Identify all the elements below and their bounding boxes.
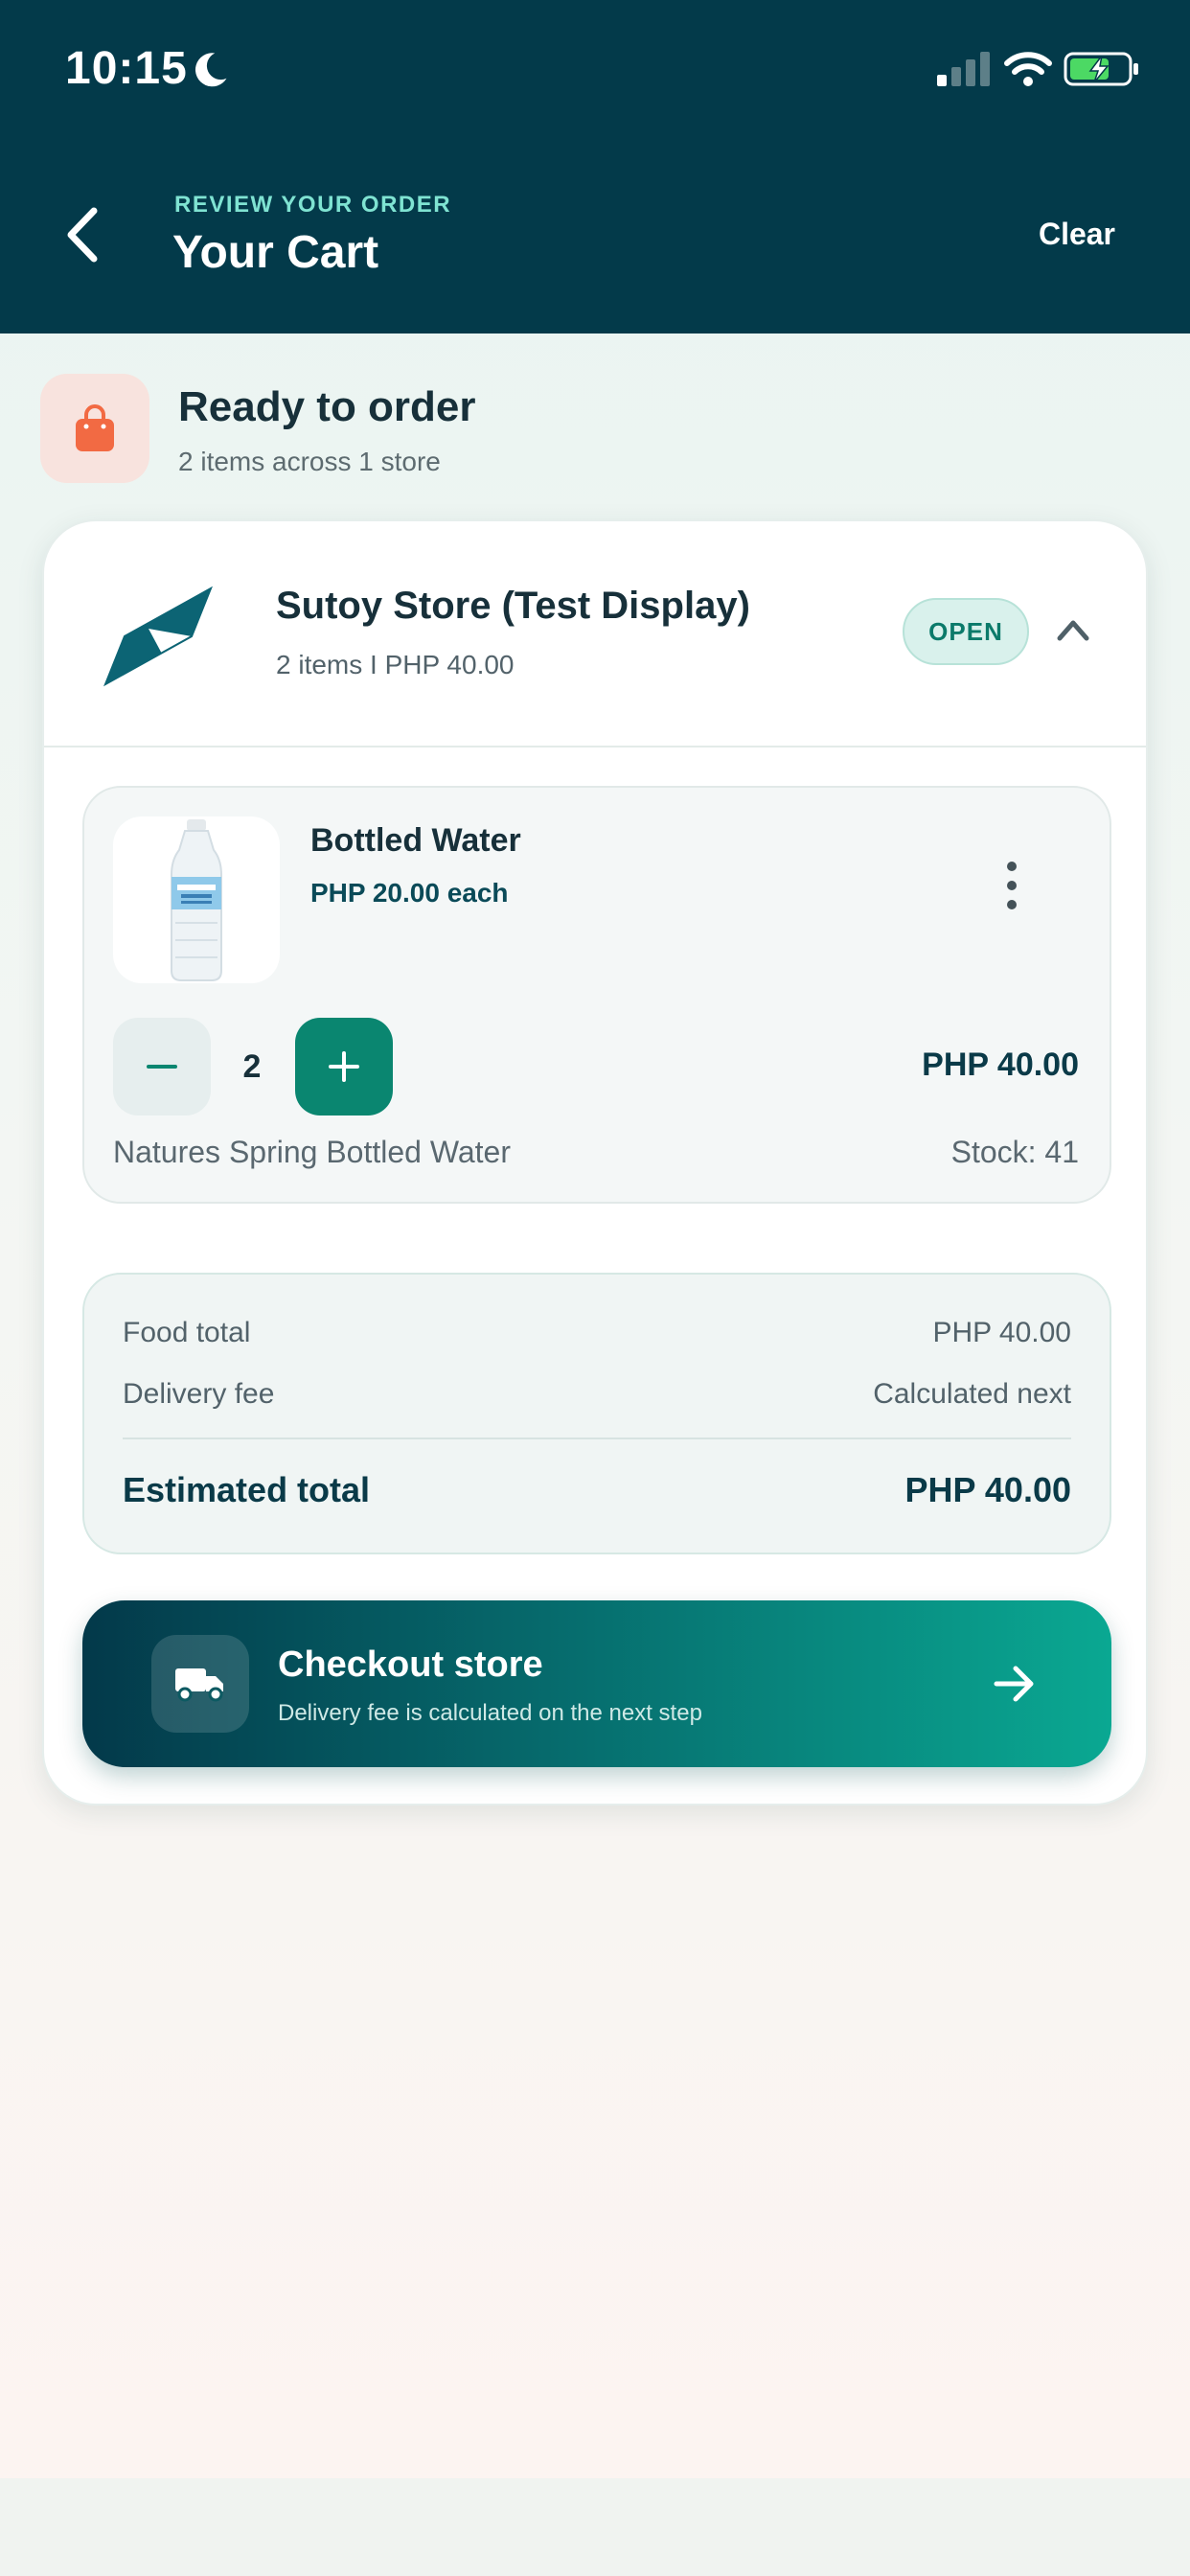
ready-order-icon-tile (40, 374, 149, 483)
store-card: Sutoy Store (Test Display) 2 items I PHP… (42, 519, 1148, 1806)
status-time: 10:15 (65, 43, 188, 94)
store-name: Sutoy Store (Test Display) (276, 585, 750, 627)
delivery-fee-value: Calculated next (873, 1378, 1071, 1410)
header-subtitle: REVIEW YOUR ORDER (174, 192, 452, 218)
store-divider (44, 746, 1146, 748)
quantity-value: 2 (242, 1047, 262, 1085)
checkout-store-button[interactable]: Checkout store Delivery fee is calculate… (82, 1600, 1111, 1767)
summary-divider (123, 1438, 1071, 1439)
wifi-icon (1004, 52, 1052, 86)
item-stock: Stock: 41 (950, 1135, 1079, 1169)
decrease-quantity-button[interactable] (113, 1018, 211, 1116)
estimated-total-value: PHP 40.00 (904, 1470, 1071, 1509)
ready-to-order-title: Ready to order (178, 383, 476, 430)
food-total-value: PHP 40.00 (932, 1317, 1071, 1348)
chevron-up-icon[interactable] (1054, 611, 1092, 650)
item-line-total: PHP 40.00 (922, 1046, 1079, 1083)
estimated-total-label: Estimated total (123, 1470, 371, 1509)
water-bottle-image (171, 819, 222, 981)
item-description: Natures Spring Bottled Water (113, 1135, 511, 1169)
checkout-title: Checkout store (278, 1644, 543, 1685)
cart-item: Bottled Water PHP 20.00 each 2 PHP 40.00… (82, 786, 1111, 1204)
shopping-bag-icon (76, 404, 114, 451)
truck-icon (175, 1668, 223, 1702)
moon-icon (195, 53, 227, 87)
clear-cart-button[interactable]: Clear (1039, 217, 1115, 252)
delivery-fee-label: Delivery fee (123, 1378, 275, 1410)
store-logo (103, 586, 213, 687)
ready-to-order-subtitle: 2 items across 1 store (178, 447, 441, 476)
plus-icon (329, 1051, 359, 1082)
store-meta: 2 items I PHP 40.00 (276, 650, 515, 679)
arrow-right-icon (994, 1666, 1034, 1702)
order-summary: Food total PHP 40.00 Delivery fee Calcul… (82, 1273, 1111, 1554)
store-status-badge: OPEN (903, 598, 1029, 665)
item-image (113, 816, 280, 983)
truck-icon-tile (151, 1635, 249, 1733)
more-options-icon[interactable] (1000, 857, 1023, 914)
page-title: Your Cart (172, 227, 379, 278)
minus-icon (147, 1065, 177, 1069)
food-total-label: Food total (123, 1317, 251, 1348)
back-arrow-icon[interactable] (57, 201, 105, 268)
battery-charging-icon (1064, 52, 1138, 86)
item-name: Bottled Water (310, 822, 521, 859)
app-header: 10:15 REVIEW YOUR ORDER Your Cart Clear (0, 0, 1190, 334)
increase-quantity-button[interactable] (295, 1018, 393, 1116)
cellular-signal-icon (937, 52, 990, 86)
item-unit-price: PHP 20.00 each (310, 878, 509, 908)
bottom-safe-area (0, 2478, 1190, 2576)
checkout-subtitle: Delivery fee is calculated on the next s… (278, 1700, 702, 1726)
